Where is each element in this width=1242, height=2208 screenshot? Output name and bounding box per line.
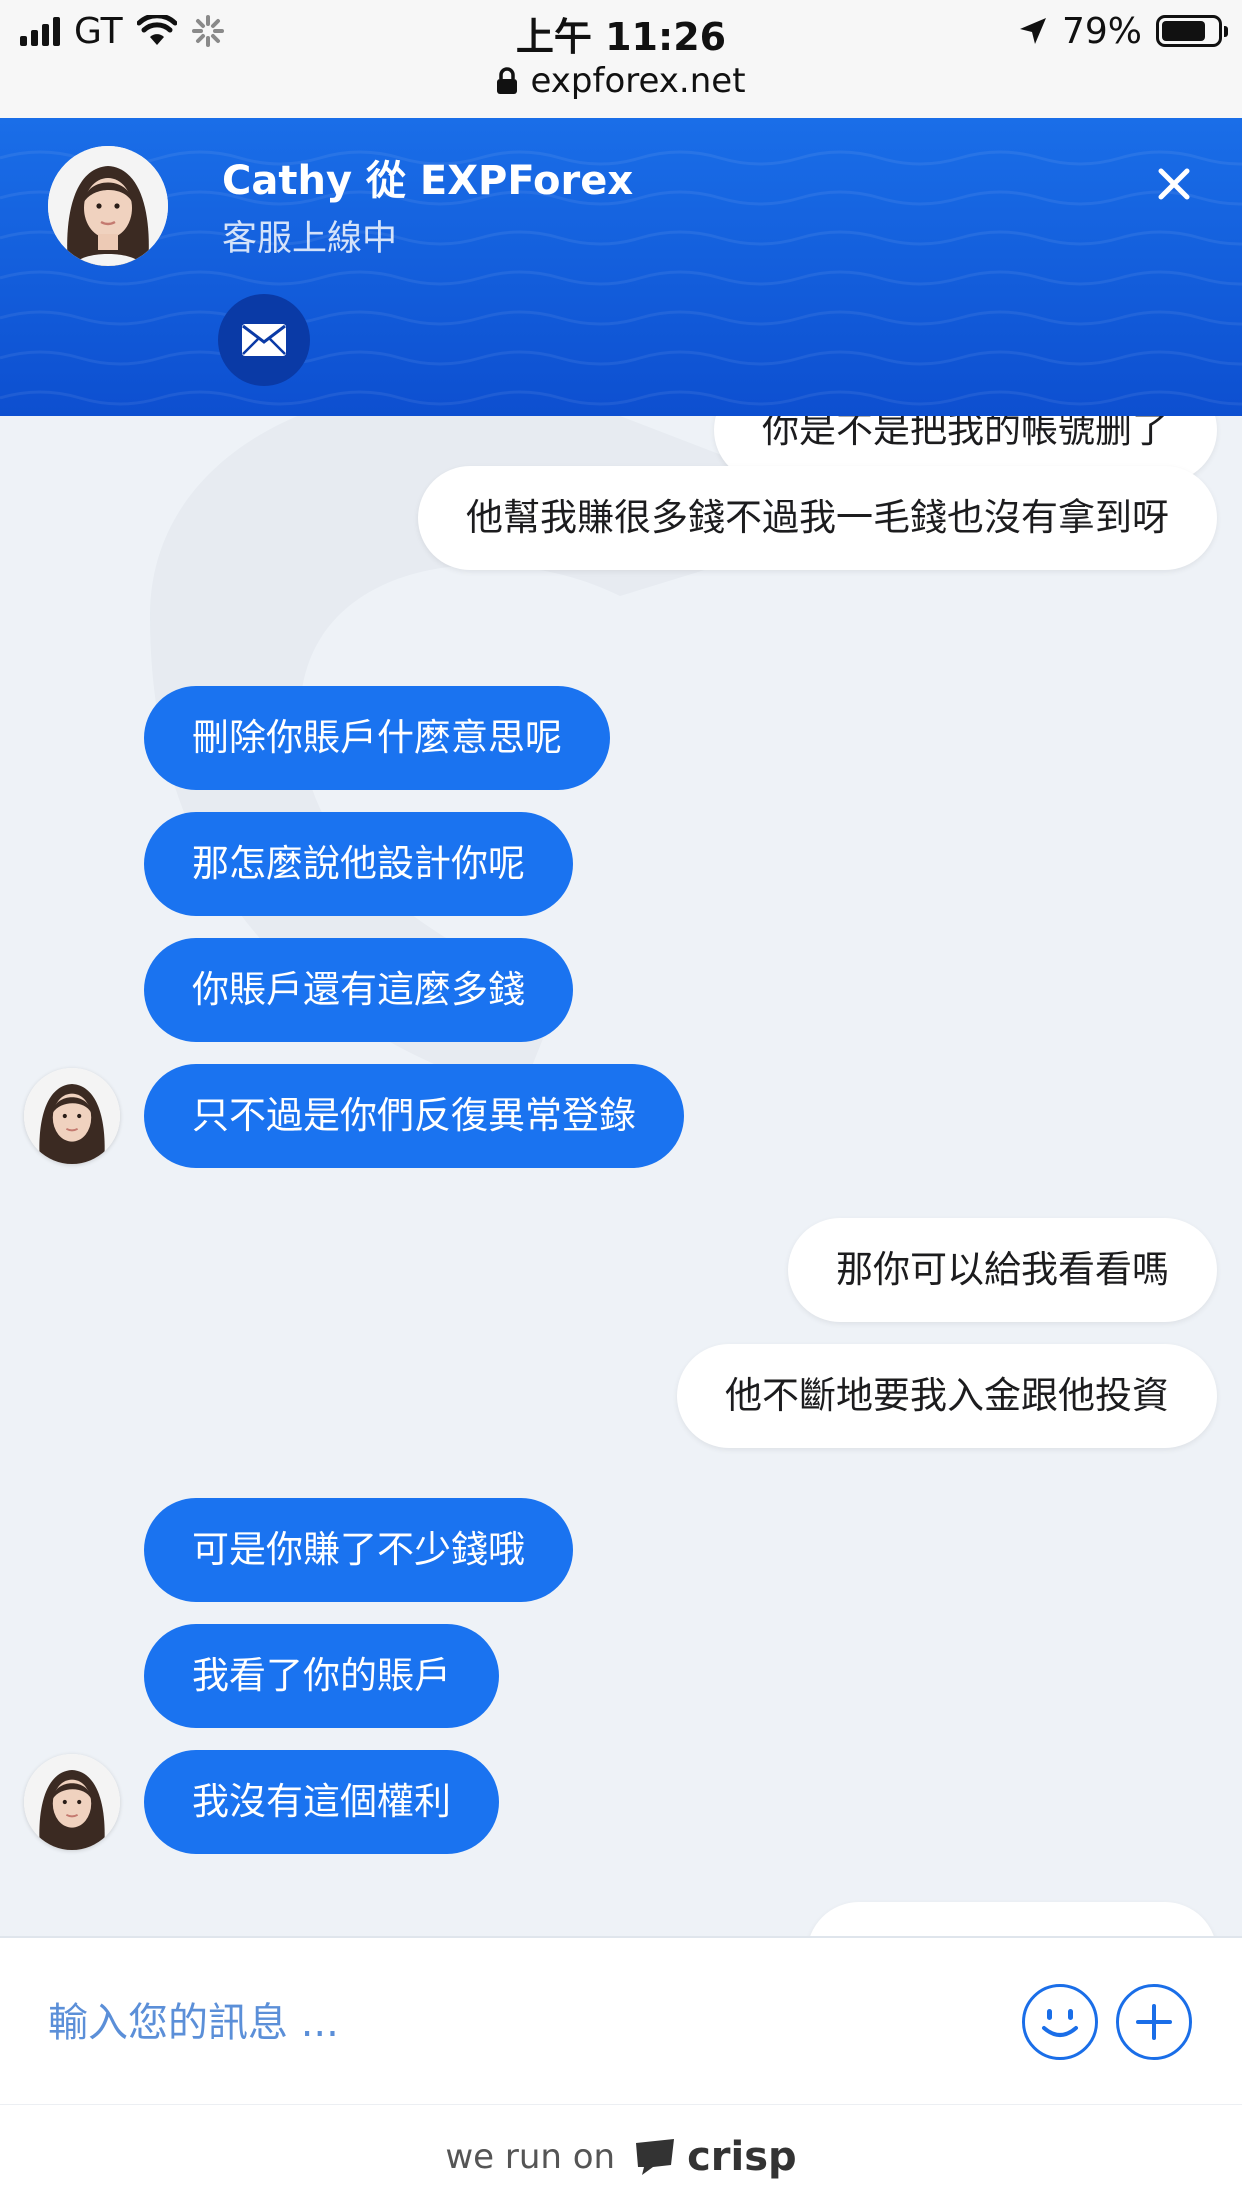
status-bar: GT 上午 11:26 79% expforex.net [0,0,1242,118]
plus-icon [1136,2004,1172,2040]
agent-message-bubble[interactable]: 我看了你的賬戶 [144,1624,499,1728]
user-message-bubble[interactable]: 他幫我賺很多錢不過我一毛錢也沒有拿到呀 [418,466,1217,570]
envelope-icon [242,324,286,356]
crisp-logo: crisp [633,2134,797,2180]
agent-avatar [24,1068,120,1164]
agent-message-bubble[interactable]: 只不過是你們反復異常登錄 [144,1064,684,1168]
attach-button[interactable] [1116,1984,1192,2060]
agent-avatar [24,1754,120,1850]
agent-status: 客服上線中 [222,219,398,259]
close-button[interactable] [1146,156,1202,212]
footer-text: we run on [445,2136,616,2177]
address-bar[interactable]: expforex.net [0,56,1242,106]
user-message-bubble-partial[interactable] [807,1902,1217,1936]
chat-bubble-icon [636,2138,675,2175]
crisp-brand-name: crisp [687,2133,797,2180]
status-right: 79% [1018,8,1228,54]
agent-message-bubble[interactable]: 那怎麼說他設計你呢 [144,812,573,916]
emoji-button[interactable] [1022,1984,1098,2060]
message-input[interactable] [48,1978,948,2068]
agent-message-bubble[interactable]: 你賬戶還有這麼多錢 [144,938,573,1042]
message-list[interactable]: 你是不是把我的帳號删了 他幫我賺很多錢不過我一毛錢也沒有拿到呀 刪除你賬戶什麼意思呢… [0,416,1242,1936]
agent-message-bubble[interactable]: 我沒有這個權利 [144,1750,499,1854]
smiley-icon [1042,2009,1078,2037]
lock-icon [497,67,518,94]
user-message-bubble[interactable]: 那你可以給我看看嗎 [788,1218,1217,1322]
email-button[interactable] [218,294,310,386]
battery-icon [1156,15,1228,47]
chat-header: Cathy 從 EXPForex 客服上線中 [0,118,1242,416]
agent-message-bubble[interactable]: 可是你賺了不少錢哦 [144,1498,573,1602]
user-message-bubble[interactable]: 他不斷地要我入金跟他投資 [677,1344,1217,1448]
battery-level [1162,21,1205,41]
crisp-footer[interactable]: we run on crisp [0,2104,1242,2208]
composer [0,1936,1242,2104]
agent-message-bubble[interactable]: 刪除你賬戶什麼意思呢 [144,686,610,790]
agent-avatar [48,146,168,266]
location-arrow-icon [1019,18,1046,44]
agent-portrait-icon [48,146,168,266]
battery-percentage: 79% [1061,10,1142,52]
close-icon [1158,168,1190,200]
agent-name: Cathy 從 EXPForex [222,158,634,204]
url-text: expforex.net [530,61,746,101]
